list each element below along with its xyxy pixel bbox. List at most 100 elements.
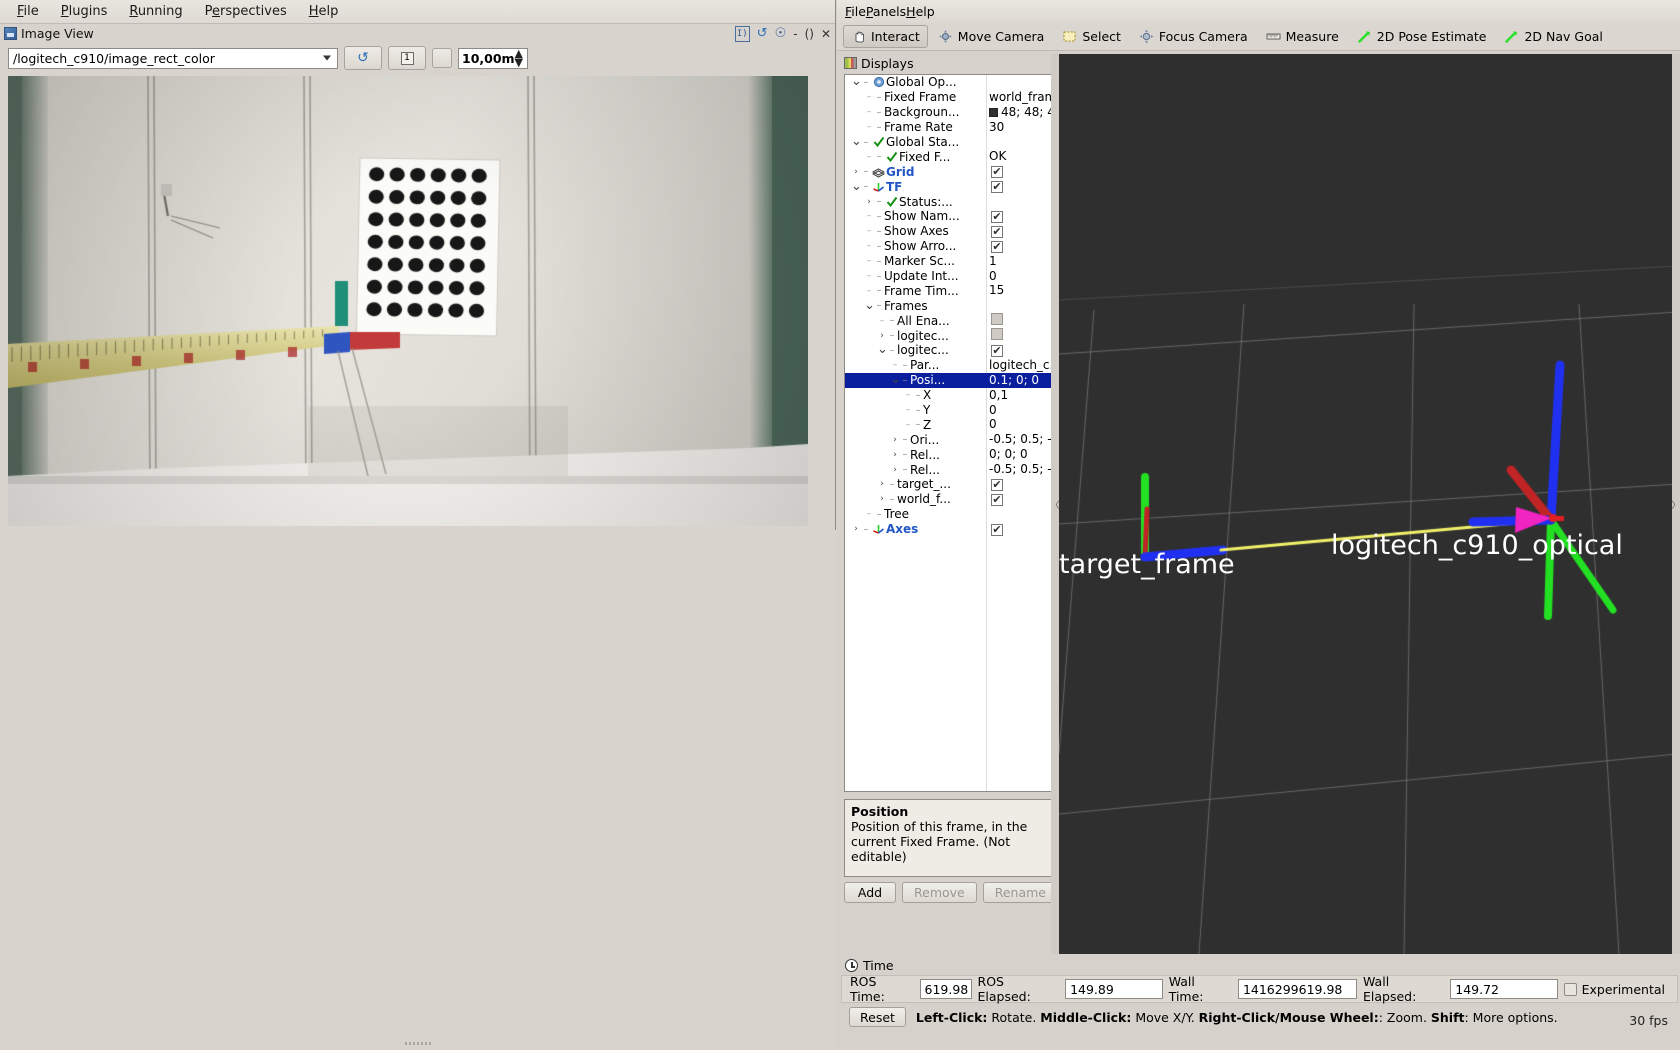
tree-item-value[interactable]: 0 bbox=[986, 269, 1052, 284]
tool-interact[interactable]: Interact bbox=[843, 25, 928, 48]
image-view-resize-grip[interactable] bbox=[0, 1038, 836, 1050]
chevron-right-icon[interactable]: › bbox=[890, 463, 900, 477]
color-swatch[interactable] bbox=[989, 107, 998, 117]
tree-row[interactable]: ⌄ – Global Op... bbox=[845, 75, 1052, 90]
reset-button[interactable]: Reset bbox=[849, 1007, 906, 1027]
tree-item-value[interactable]: ✔ bbox=[986, 164, 1052, 179]
tree-item-value[interactable]: 0 bbox=[986, 417, 1052, 432]
tree-item-value[interactable] bbox=[986, 194, 1052, 209]
tree-item-value[interactable]: 0,1 bbox=[986, 388, 1052, 403]
chevron-down-icon[interactable]: ⌄ bbox=[851, 180, 862, 193]
menu-item-plugins[interactable]: Plugins bbox=[50, 1, 119, 22]
tree-item-value[interactable]: 48; 48; 48 bbox=[986, 105, 1052, 120]
help-icon[interactable]: ☉ bbox=[775, 27, 787, 41]
tree-row[interactable]: › – Axes ✔ bbox=[845, 522, 1052, 537]
tree-row[interactable]: ––Backgroun...48; 48; 48 bbox=[845, 105, 1052, 120]
chevron-right-icon[interactable]: › bbox=[851, 522, 861, 536]
tree-row[interactable]: ⌄ – logitec... ✔ bbox=[845, 343, 1052, 358]
rostime-field[interactable]: 619.98 bbox=[919, 979, 972, 999]
chevron-right-icon[interactable]: › bbox=[877, 492, 887, 506]
checkbox-checked[interactable]: ✔ bbox=[991, 523, 1003, 536]
chevron-down-icon[interactable]: ⌄ bbox=[890, 373, 901, 386]
rotate-button[interactable] bbox=[432, 48, 452, 68]
tree-row[interactable]: › – Rel... 0; 0; 0 bbox=[845, 447, 1052, 462]
experimental-checkbox[interactable]: Experimental bbox=[1563, 982, 1671, 997]
tree-item-value[interactable]: -0.5; 0.5; -... bbox=[986, 432, 1052, 447]
tree-row[interactable]: › – Grid ✔ bbox=[845, 164, 1052, 179]
tree-row[interactable]: – – All Ena... bbox=[845, 313, 1052, 328]
tree-row[interactable]: – – Tree bbox=[845, 507, 1052, 522]
tree-item-value[interactable]: 30 bbox=[986, 120, 1052, 135]
tree-row[interactable]: – – Z 0 bbox=[845, 417, 1052, 432]
image-view-window-controls[interactable]: I) ↺ ☉ - () ✕ bbox=[734, 26, 831, 42]
rviz-3d-viewport[interactable]: target_frame logitech_c910_optical bbox=[1059, 54, 1677, 954]
walltime-field[interactable]: 1416299619.98 bbox=[1237, 979, 1357, 999]
checkbox-checked[interactable]: ✔ bbox=[991, 493, 1003, 506]
tree-item-value[interactable]: ✔ bbox=[986, 179, 1052, 194]
checkbox-checked[interactable]: ✔ bbox=[991, 211, 1003, 224]
tree-row[interactable]: – – Marker Sc... 1 bbox=[845, 254, 1052, 269]
menu-item-help[interactable]: Help bbox=[298, 1, 350, 22]
checkbox-unchecked[interactable] bbox=[1563, 982, 1577, 996]
reload-icon[interactable]: ↺ bbox=[757, 27, 768, 41]
tree-row[interactable]: › – Status:... bbox=[845, 194, 1052, 209]
checkbox-checked[interactable]: ✔ bbox=[991, 479, 1003, 492]
tree-row[interactable]: – – Show Nam... ✔ bbox=[845, 209, 1052, 224]
chevron-right-icon[interactable]: › bbox=[851, 165, 861, 179]
tree-item-value[interactable] bbox=[986, 298, 1052, 313]
checkbox-checked[interactable]: ✔ bbox=[991, 225, 1003, 238]
chevron-down-icon[interactable]: ⌄ bbox=[851, 75, 862, 88]
chevron-down-icon[interactable]: ⌄ bbox=[851, 135, 862, 148]
rviz-menu-item-panels[interactable]: Panels bbox=[866, 4, 906, 19]
tree-row[interactable]: › – logitec... bbox=[845, 328, 1052, 343]
tree-row[interactable]: › – target_... ✔ bbox=[845, 477, 1052, 492]
chevron-right-icon[interactable]: › bbox=[877, 329, 887, 343]
dock-float-icon[interactable]: I) bbox=[734, 26, 750, 42]
tree-row[interactable]: – – X 0,1 bbox=[845, 388, 1052, 403]
tree-row[interactable]: – – Show Arro... ✔ bbox=[845, 239, 1052, 254]
tree-item-value[interactable] bbox=[986, 328, 1052, 343]
chevron-right-icon[interactable]: › bbox=[890, 448, 900, 462]
tree-item-value[interactable]: ✔ bbox=[986, 343, 1052, 358]
tree-row[interactable]: ⌄ – Frames bbox=[845, 298, 1052, 313]
checkbox-checked[interactable]: ✔ bbox=[991, 345, 1003, 358]
tree-row[interactable]: › – world_f... ✔ bbox=[845, 492, 1052, 507]
add-button[interactable]: Add bbox=[844, 882, 896, 903]
menu-item-file[interactable]: File bbox=[6, 1, 50, 22]
float-button[interactable]: () bbox=[805, 27, 814, 41]
tree-item-value[interactable]: OK bbox=[986, 149, 1052, 164]
refresh-topics-button[interactable]: ↺ bbox=[344, 46, 382, 70]
wallelapsed-field[interactable]: 149.72 bbox=[1450, 979, 1558, 999]
tool-measure[interactable]: Measure bbox=[1258, 25, 1347, 48]
tree-row[interactable]: ›–Rel... -0.5; 0.5; -... bbox=[845, 462, 1052, 477]
tree-row[interactable]: ––Par...logitech_c... bbox=[845, 358, 1052, 373]
topic-combobox[interactable]: /logitech_c910/image_rect_color bbox=[8, 47, 338, 69]
tree-row[interactable]: ––Fixed Frameworld_frame bbox=[845, 90, 1052, 105]
tree-item-value[interactable] bbox=[986, 507, 1052, 522]
tree-item-value[interactable]: world_frame bbox=[986, 90, 1052, 105]
close-button[interactable]: ✕ bbox=[821, 27, 831, 41]
tree-item-value[interactable]: ✔ bbox=[986, 209, 1052, 224]
chevron-right-icon[interactable]: › bbox=[890, 433, 900, 447]
tree-item-value[interactable]: logitech_c... bbox=[986, 358, 1052, 373]
tree-row[interactable]: – – Show Axes ✔ bbox=[845, 224, 1052, 239]
tree-row[interactable]: – – Fixed F... OK bbox=[845, 149, 1052, 164]
tree-item-value[interactable]: 15 bbox=[986, 283, 1052, 298]
tree-item-value[interactable]: 1 bbox=[986, 254, 1052, 269]
tree-item-value[interactable] bbox=[986, 135, 1052, 150]
tree-row[interactable]: – – Frame Tim... 15 bbox=[845, 283, 1052, 298]
checkbox-checked[interactable]: ✔ bbox=[991, 166, 1003, 179]
tree-row[interactable]: – – Y 0 bbox=[845, 403, 1052, 418]
menu-item-running[interactable]: Running bbox=[118, 1, 193, 22]
right-splitter-handle[interactable]: 〉 bbox=[1672, 54, 1680, 954]
tree-row[interactable]: ⌄ – Posi... 0.1; 0; 0 bbox=[845, 372, 1052, 388]
tree-item-value[interactable]: ✔ bbox=[986, 239, 1052, 254]
tree-row[interactable]: ⌄ – TF ✔ bbox=[845, 179, 1052, 194]
tree-item-value[interactable]: ✔ bbox=[986, 492, 1052, 507]
save-image-button[interactable]: 1 bbox=[388, 46, 426, 70]
checkbox-disabled[interactable] bbox=[991, 328, 1003, 341]
tree-row[interactable]: ⌄ – Global Sta... bbox=[845, 135, 1052, 150]
displays-tree[interactable]: ⌄–Global Op...––Fixed Frameworld_frame––… bbox=[844, 74, 1053, 792]
tree-item-value[interactable]: ✔ bbox=[986, 477, 1052, 492]
checkbox-checked[interactable]: ✔ bbox=[991, 181, 1003, 194]
